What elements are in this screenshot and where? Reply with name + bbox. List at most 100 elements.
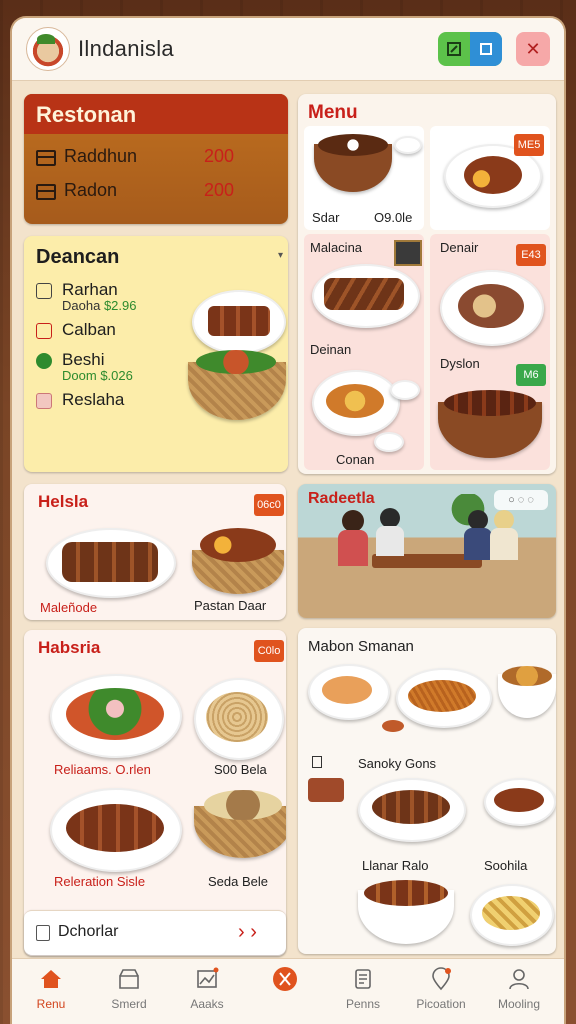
sauce-bowl-image bbox=[394, 136, 422, 154]
nav-item-picoation[interactable]: Picoation bbox=[402, 959, 480, 1024]
deancan-item-label: Beshi bbox=[62, 350, 105, 369]
photo-title: Radeetla bbox=[308, 490, 375, 507]
header-action-group bbox=[438, 32, 502, 66]
food-label: Sanoky Gons bbox=[358, 756, 437, 771]
food-plate-image[interactable] bbox=[50, 674, 182, 758]
tag-icon bbox=[36, 393, 52, 409]
food-plate-image[interactable] bbox=[484, 778, 556, 826]
menu-badge: M6 bbox=[516, 364, 546, 386]
sub-label: Daoha bbox=[62, 298, 101, 313]
food-basket-image[interactable] bbox=[192, 528, 284, 594]
restoran-row[interactable]: Radon 200 bbox=[36, 180, 276, 204]
share-icon[interactable] bbox=[470, 32, 502, 66]
food-plate-image[interactable] bbox=[308, 664, 390, 720]
store-icon bbox=[119, 969, 139, 989]
nav-item-renu[interactable]: Renu bbox=[12, 959, 90, 1024]
deancan-item-sub: Doom $.026 bbox=[62, 368, 133, 383]
restoran-row-value: 200 bbox=[204, 180, 235, 200]
food-label: Reliaams. O.rlen bbox=[54, 762, 151, 777]
menu-badge: E43 bbox=[516, 244, 546, 266]
checkbox-icon bbox=[36, 323, 52, 339]
restaurant-photo-card[interactable]: Radeetla ○ ◌ ◌ bbox=[298, 484, 556, 618]
hebsria-card: Habsria C0lo Reliaams. O.rlen S00 Bela R… bbox=[24, 630, 286, 956]
photo-tools[interactable]: ○ ◌ ◌ bbox=[494, 490, 548, 510]
menu-badge: ME5 bbox=[514, 134, 544, 156]
menu-card: Menu Sdar O9.0le ME5 Malacina Deinan Con… bbox=[298, 94, 556, 474]
header: Ilndanisla ✕ bbox=[12, 18, 564, 81]
deancan-item-sub: Daoha $2.96 bbox=[62, 298, 136, 313]
nav-label: Smerd bbox=[111, 997, 147, 1011]
restoran-card: Restonan Raddhun 200 Radon 200 bbox=[24, 94, 288, 224]
food-bowl-image[interactable] bbox=[498, 666, 556, 718]
restaurant-logo[interactable] bbox=[26, 27, 70, 71]
helsla-badge: 06c0 bbox=[254, 494, 284, 516]
restoran-row-label: Raddhun bbox=[64, 146, 138, 166]
document-icon bbox=[36, 925, 50, 941]
menu-item[interactable]: Sdar O9.0le bbox=[304, 126, 424, 230]
utensils-icon bbox=[273, 967, 297, 991]
food-plate-image bbox=[312, 370, 400, 436]
menu-item[interactable]: ME5 bbox=[430, 126, 550, 230]
food-plate-image bbox=[312, 264, 420, 328]
sub-label: Doom bbox=[62, 368, 97, 383]
document-icon bbox=[355, 969, 371, 989]
nav-item-aaaks[interactable]: Aaaks bbox=[168, 959, 246, 1024]
restoran-row-label: Radon bbox=[64, 180, 118, 200]
nav-label: Mooling bbox=[497, 997, 541, 1011]
food-basket-image bbox=[188, 350, 286, 420]
food-plate-image[interactable] bbox=[396, 668, 492, 728]
info-icon bbox=[312, 756, 322, 768]
food-bowl-image bbox=[314, 134, 392, 192]
food-basket-image[interactable] bbox=[194, 790, 286, 858]
dchorlar-label: Dchorlar bbox=[58, 923, 119, 940]
sauce-bowl-image bbox=[390, 380, 420, 400]
deancan-item-label: Calban bbox=[62, 320, 116, 339]
profile-icon bbox=[509, 969, 529, 990]
food-plate-image[interactable] bbox=[358, 778, 466, 842]
bottom-nav: Renu Smerd Aaaks Penns Picoation Mooling bbox=[12, 958, 564, 1024]
edit-icon[interactable] bbox=[438, 32, 470, 66]
helsla-title: Helsla bbox=[38, 492, 89, 511]
food-label: Soohila bbox=[484, 858, 528, 873]
food-label: S00 Bela bbox=[214, 762, 267, 777]
nav-item-penns[interactable]: Penns bbox=[324, 959, 402, 1024]
chopsticks-image bbox=[308, 778, 344, 802]
location-icon bbox=[432, 967, 451, 991]
food-label: Llanar Ralo bbox=[362, 858, 429, 873]
food-label: Releration Sisle bbox=[54, 874, 146, 889]
restoran-row[interactable]: Raddhun 200 bbox=[36, 146, 276, 170]
chevron-right-icon[interactable]: › › bbox=[238, 921, 257, 944]
menu-item-label: Conan bbox=[336, 452, 375, 467]
menu-item[interactable]: Denair E43 Dyslon M6 bbox=[430, 234, 550, 470]
menu-item[interactable]: Malacina Deinan bbox=[304, 234, 424, 470]
menu-item-label: Denair bbox=[440, 240, 479, 255]
dropdown-icon[interactable]: ▾ bbox=[278, 250, 283, 261]
food-plate-image[interactable] bbox=[46, 528, 176, 598]
nav-item-smerd[interactable]: Smerd bbox=[90, 959, 168, 1024]
dchorlar-bar[interactable]: Dchorlar › › bbox=[24, 910, 286, 955]
food-plate-image[interactable] bbox=[470, 884, 554, 946]
nav-label: Penns bbox=[345, 997, 381, 1011]
hebsria-badge: C0lo bbox=[254, 640, 284, 662]
close-icon[interactable]: ✕ bbox=[516, 32, 550, 66]
app-window: Ilndanisla ✕ Restonan Raddhun 200 Radon … bbox=[12, 18, 564, 1024]
calendar-icon bbox=[36, 283, 52, 299]
sauce-bowl-image bbox=[374, 432, 404, 452]
food-plate-image bbox=[192, 290, 286, 354]
location-pin-icon bbox=[36, 353, 52, 369]
image-icon bbox=[197, 967, 219, 988]
card-icon bbox=[36, 184, 56, 200]
nav-item-mooling[interactable]: Mooling bbox=[480, 959, 558, 1024]
helsla-card: Helsla 06c0 Maleñode Pastan Daar bbox=[24, 484, 286, 620]
hebsria-title: Habsria bbox=[38, 638, 101, 657]
home-icon bbox=[41, 970, 61, 988]
sauce-bowl-image bbox=[382, 720, 404, 732]
nav-item-utensils[interactable] bbox=[246, 959, 324, 1024]
food-plate-image[interactable] bbox=[50, 788, 182, 872]
food-bowl-image[interactable] bbox=[358, 880, 454, 944]
restoran-row-value: 200 bbox=[204, 146, 235, 166]
nav-label: Picoation bbox=[416, 997, 466, 1011]
food-label: Maleñode bbox=[40, 600, 98, 615]
food-plate-image[interactable] bbox=[194, 678, 284, 760]
menu-item-label: Deinan bbox=[310, 342, 352, 357]
